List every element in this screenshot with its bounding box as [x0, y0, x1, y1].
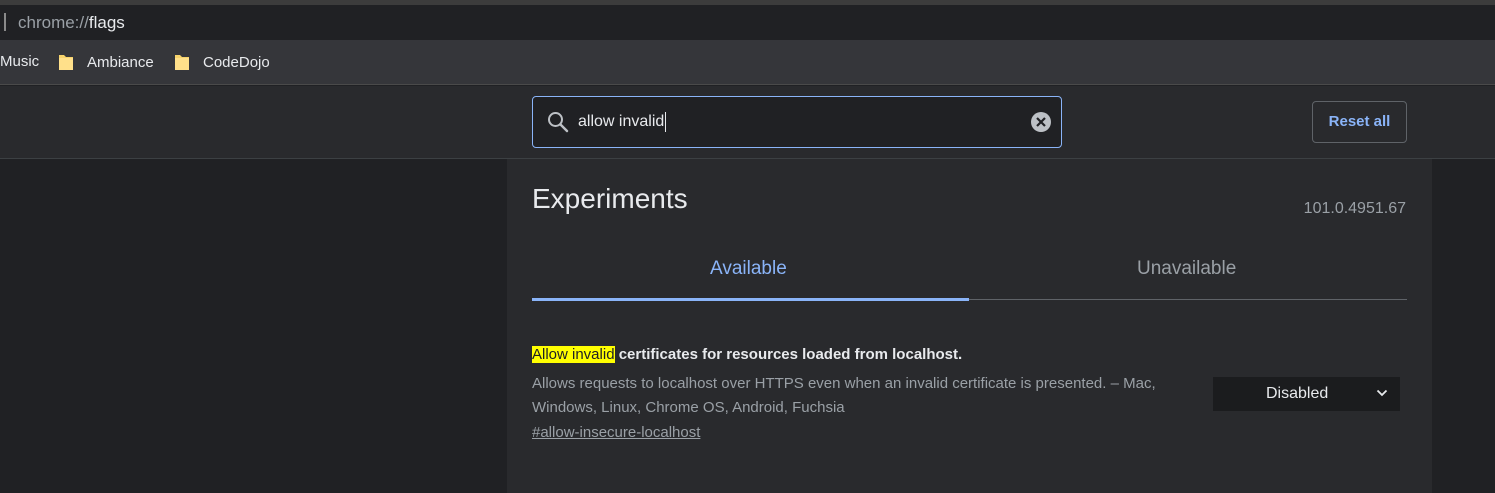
- folder-icon: [59, 55, 73, 70]
- search-match-highlight: Allow invalid: [532, 346, 615, 363]
- search-box[interactable]: [532, 96, 1062, 148]
- page-title: Experiments: [532, 183, 688, 214]
- tab-unavailable[interactable]: Unavailable: [1137, 258, 1236, 280]
- address-bar-divider: [4, 13, 6, 31]
- experiment-state-select[interactable]: Disabled: [1213, 377, 1400, 411]
- address-bar[interactable]: chrome://flags: [0, 5, 1495, 40]
- bookmark-ambiance[interactable]: Ambiance: [58, 53, 154, 71]
- url-scheme: chrome://: [18, 13, 89, 32]
- version-label: 101.0.4951.67: [1303, 200, 1406, 217]
- flags-header: Reset all: [0, 86, 1495, 159]
- bookmark-music[interactable]: Music: [0, 53, 39, 70]
- address-url[interactable]: chrome://flags: [18, 13, 125, 33]
- bookmark-label: Music: [0, 53, 40, 70]
- search-input[interactable]: [578, 109, 1018, 135]
- chevron-down-icon: [1376, 389, 1388, 397]
- bookmark-label: CodeDojo: [203, 53, 270, 71]
- active-tab-indicator: [532, 298, 969, 301]
- tab-available[interactable]: Available: [710, 258, 787, 280]
- experiment-title: Allow invalid certificates for resources…: [532, 346, 962, 363]
- folder-icon: [175, 55, 189, 70]
- clear-search-icon[interactable]: [1030, 111, 1052, 133]
- reset-all-button[interactable]: Reset all: [1312, 101, 1407, 143]
- bookmarks-bar: Music Ambiance CodeDojo: [0, 40, 1495, 85]
- search-icon: [548, 112, 569, 133]
- bookmark-label: Ambiance: [87, 53, 154, 71]
- select-value: Disabled: [1266, 385, 1329, 402]
- url-host: flags: [88, 13, 125, 32]
- experiment-permalink[interactable]: #allow-insecure-localhost: [532, 424, 700, 441]
- experiments-panel: Experiments 101.0.4951.67 Available Unav…: [507, 159, 1432, 493]
- bookmark-codedojo[interactable]: CodeDojo: [174, 53, 270, 71]
- experiment-description: Allows requests to localhost over HTTPS …: [532, 375, 1156, 416]
- text-caret: [665, 112, 666, 132]
- experiment-title-rest: certificates for resources loaded from l…: [614, 346, 963, 363]
